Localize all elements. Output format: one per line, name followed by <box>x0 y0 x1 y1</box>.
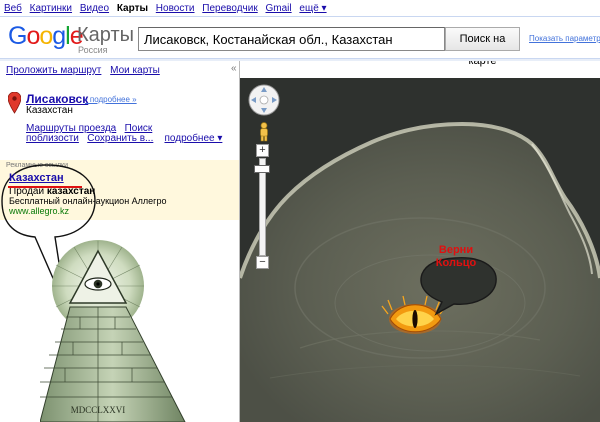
search-nearby-link-cont[interactable]: поблизости <box>26 133 79 144</box>
nav-gmail[interactable]: Gmail <box>266 3 292 14</box>
nav-more[interactable]: ещё ▾ <box>299 3 326 14</box>
bubble-text: Верни Кольцо <box>435 244 477 269</box>
search-input[interactable]: Лисаковск, Костанайская обл., Казахстан <box>138 27 445 51</box>
region-label: Россия <box>78 45 108 55</box>
left-top-links: Проложить маршрут Мои карты <box>6 65 166 76</box>
my-maps-link[interactable]: Мои карты <box>110 65 160 76</box>
red-underline <box>8 186 82 188</box>
map-satellite-view[interactable]: + − Верни Кольцо <box>240 78 600 422</box>
place-country: Казахстан <box>26 105 73 116</box>
place-actions-row2: поблизости Сохранить в... подробнее ▾ <box>26 133 222 144</box>
zoom-in-button[interactable]: + <box>256 144 269 157</box>
search-button[interactable]: Поиск на карте <box>445 27 520 67</box>
nav-video[interactable]: Видео <box>80 3 109 14</box>
zoom-slider-thumb[interactable] <box>254 165 270 173</box>
pyramid-inscription: MDCCLXXVI <box>71 405 126 415</box>
nav-translate[interactable]: Переводчик <box>202 3 257 14</box>
pyramid-eye-image: MDCCLXXVI <box>40 240 186 422</box>
save-to-link[interactable]: Сохранить в... <box>87 133 153 144</box>
nav-news[interactable]: Новости <box>156 3 195 14</box>
map-pin-icon <box>8 92 21 114</box>
place-details-link[interactable]: - подробнее » <box>85 95 137 104</box>
more-dropdown-link[interactable]: подробнее ▾ <box>164 133 222 144</box>
top-navigation: Веб Картинки Видео Карты Новости Перевод… <box>0 0 600 17</box>
google-logo[interactable]: Google <box>8 22 84 52</box>
satellite-imagery <box>240 78 600 422</box>
nav-images[interactable]: Картинки <box>30 3 72 14</box>
nav-web[interactable]: Веб <box>4 3 22 14</box>
ad-url[interactable]: www.allegro.kz <box>9 206 69 216</box>
zoom-out-button[interactable]: − <box>256 256 269 269</box>
pegman-icon[interactable] <box>258 122 270 142</box>
directions-link[interactable]: Проложить маршрут <box>6 65 101 76</box>
show-options-link[interactable]: Показать параметры п <box>529 34 600 43</box>
product-name: Карты <box>77 24 134 46</box>
place-title-link[interactable]: Лисаковск <box>26 92 88 106</box>
ad-description-line2: Бесплатный онлайн-аукцион Аллегро <box>9 196 167 206</box>
pan-control[interactable] <box>247 83 281 117</box>
left-panel: Проложить маршрут Мои карты « Лисаковск … <box>0 61 240 422</box>
nav-maps: Карты <box>116 3 149 14</box>
ad-title-link[interactable]: Казахстан <box>9 172 64 184</box>
topnav-divider <box>0 16 600 17</box>
collapse-panel-button[interactable]: « <box>231 63 237 74</box>
